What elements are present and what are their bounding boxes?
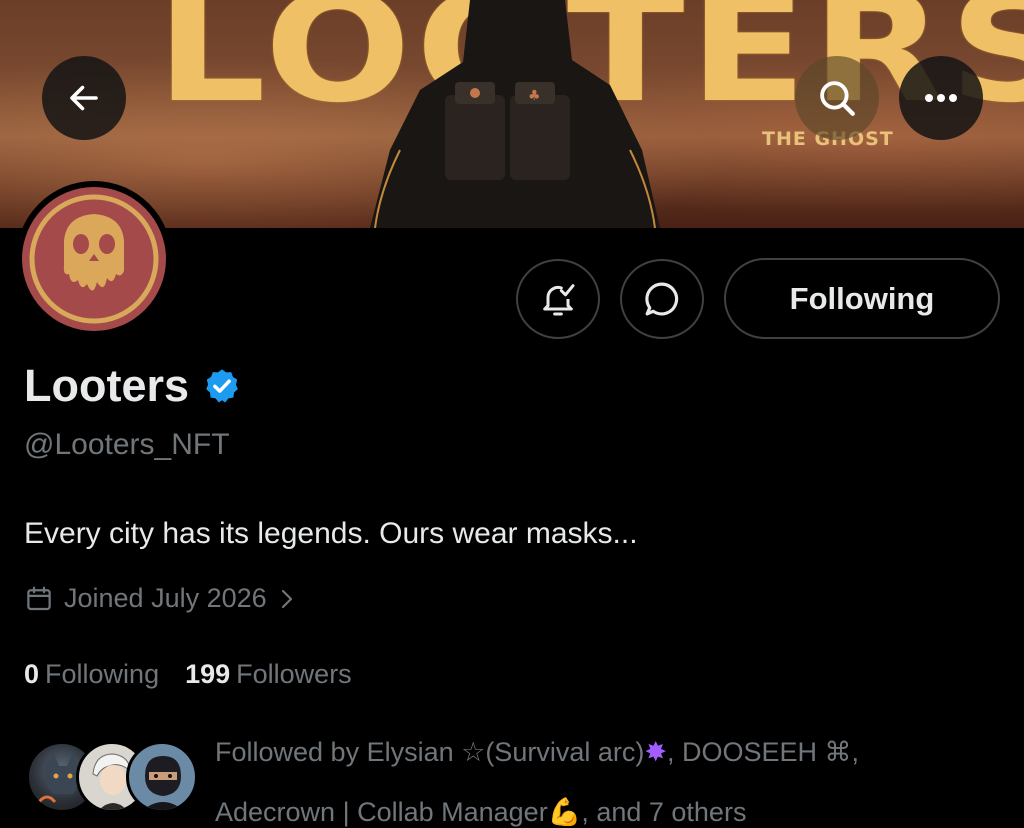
- following-count: 0: [24, 659, 40, 689]
- hooded-figure-illustration: ♣: [370, 0, 660, 228]
- joined-date-text: Joined July 2026: [64, 583, 267, 613]
- ghost-skull-logo: [22, 187, 166, 331]
- followers-stat-link[interactable]: 199 Followers: [185, 659, 352, 690]
- following-stat-label: Following: [45, 659, 160, 689]
- followers-stat-label: Followers: [236, 659, 352, 689]
- profile-name-row: Looters: [24, 360, 241, 412]
- bell-check-icon: [543, 284, 575, 316]
- followed-by-others: , and 7 others: [581, 797, 747, 827]
- svg-text:♣: ♣: [528, 88, 541, 104]
- joined-date-row[interactable]: Joined July 2026: [24, 583, 295, 614]
- profile-handle: @Looters_NFT: [24, 428, 230, 461]
- more-horizontal-icon: [925, 94, 957, 102]
- following-button[interactable]: Following: [724, 258, 1000, 339]
- message-button[interactable]: [620, 259, 704, 339]
- arrow-left-icon: [70, 85, 98, 111]
- followed-by-text[interactable]: Followed by Elysian ☆(Survival arc)✸, DO…: [215, 722, 1005, 828]
- follow-stats: 0 Following 199 Followers: [24, 659, 378, 690]
- following-stat-link[interactable]: 0 Following: [24, 659, 159, 690]
- ninja-avatar-art: [143, 756, 183, 810]
- calendar-icon: [27, 586, 51, 610]
- search-button[interactable]: [795, 56, 879, 140]
- search-icon: [820, 81, 855, 116]
- more-button[interactable]: [899, 56, 983, 140]
- followed-by-names-3: Adecrown | Collab Manager: [215, 797, 548, 827]
- followed-by-names-2: , DOOSEEH ⌘,: [666, 737, 860, 767]
- chat-bubble-icon: [645, 282, 679, 316]
- splat-emoji-icon: ✸: [644, 737, 667, 767]
- flexed-biceps-emoji-icon: 💪: [547, 797, 582, 827]
- followed-by-line-2: Adecrown | Collab Manager💪, and 7 others: [215, 782, 1005, 828]
- profile-name: Looters: [24, 360, 190, 411]
- followers-count: 199: [185, 659, 231, 689]
- chevron-right-icon: [281, 589, 292, 608]
- mutual-followers-avatars[interactable]: [26, 741, 198, 813]
- followed-by-line-1: Followed by Elysian ☆(Survival arc)✸, DO…: [215, 722, 1005, 782]
- notifications-button[interactable]: [516, 259, 600, 339]
- mutual-follower-avatar: [126, 741, 198, 813]
- verified-badge-icon[interactable]: [203, 367, 241, 405]
- profile-avatar[interactable]: [16, 181, 172, 337]
- followed-by-names-1: Followed by Elysian ☆(Survival arc): [215, 737, 645, 767]
- back-button[interactable]: [42, 56, 126, 140]
- profile-bio: Every city has its legends. Ours wear ma…: [24, 517, 638, 550]
